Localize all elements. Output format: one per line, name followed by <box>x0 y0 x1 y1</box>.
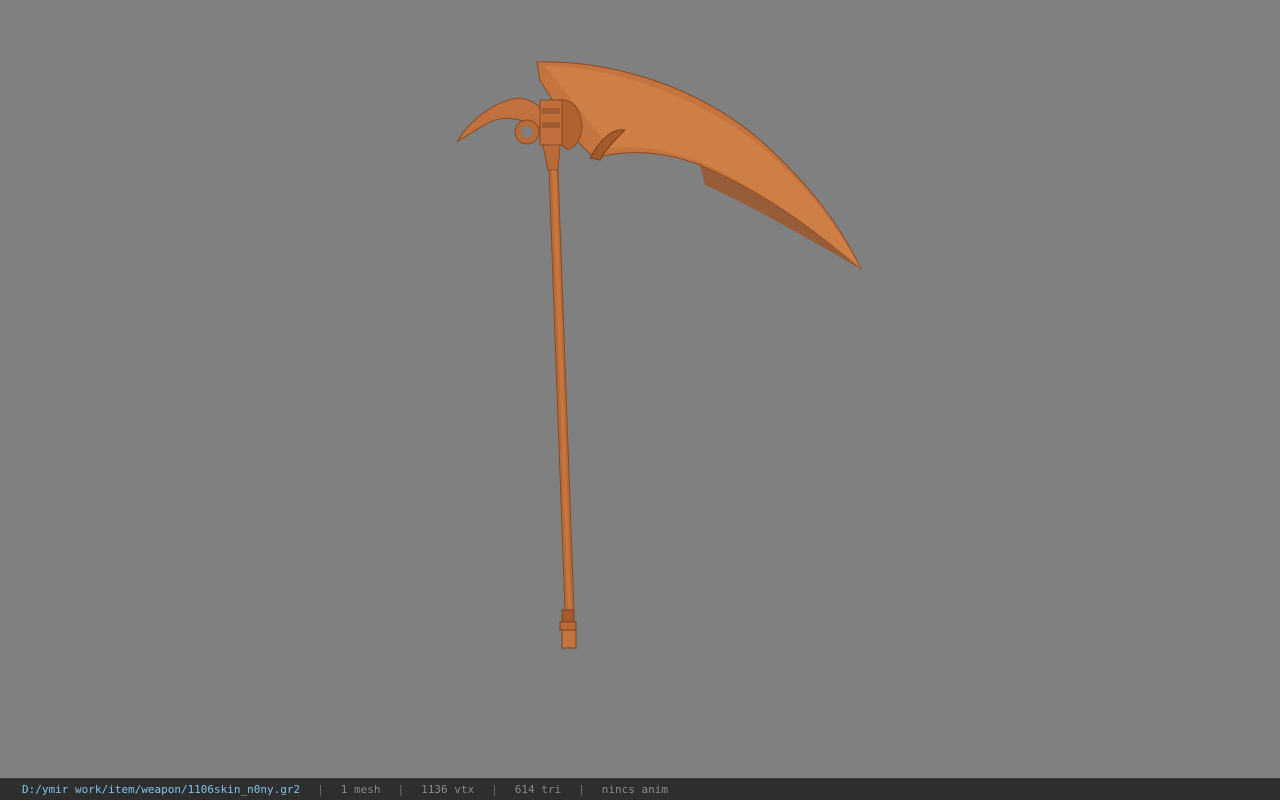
mesh-count: 1 mesh <box>340 783 381 796</box>
scythe-pommel <box>559 609 577 649</box>
scythe-model-render[interactable] <box>0 0 1280 778</box>
separator: | <box>578 783 585 796</box>
separator: | <box>317 783 324 796</box>
separator: | <box>397 783 405 796</box>
scythe-wing-ornament <box>456 97 583 151</box>
scythe-shaft <box>548 169 575 613</box>
vertex-count: 1136 vtx <box>421 783 475 796</box>
animation-status: nincs anim <box>601 783 668 796</box>
triangle-count: 614 tri <box>514 783 562 796</box>
scythe-blade <box>536 61 862 270</box>
separator: | <box>491 783 498 796</box>
file-path: D:/ymir work/item/weapon/1106skin_n0ny.g… <box>22 783 301 796</box>
status-bar: D:/ymir work/item/weapon/1106skin_n0ny.g… <box>0 778 1280 800</box>
scythe-hilt <box>539 99 563 171</box>
3d-viewport[interactable] <box>0 0 1280 778</box>
